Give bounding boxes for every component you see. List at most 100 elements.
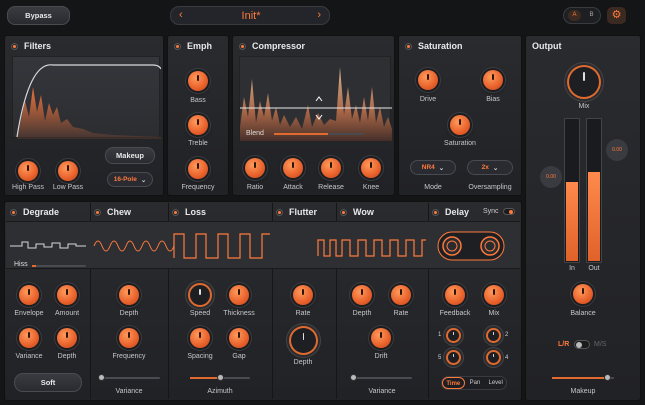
emph-panel: Emph Bass Treble Frequency	[167, 35, 229, 196]
hiss-slider[interactable]	[32, 265, 86, 267]
tab-pan[interactable]: Pan	[465, 377, 486, 389]
envelope-knob[interactable]	[19, 285, 39, 305]
mode-label: Mode	[424, 184, 442, 191]
out-label: Out	[588, 265, 600, 272]
settings-gear-icon[interactable]: ⚙	[607, 7, 626, 24]
flutter-rate-knob[interactable]	[293, 285, 313, 305]
attack-knob[interactable]	[283, 158, 303, 178]
wow-variance-label: Variance	[368, 388, 396, 395]
wow-rate-knob[interactable]	[391, 285, 411, 305]
ms-label[interactable]: M/S	[594, 341, 606, 348]
in-readout[interactable]: 0.00	[540, 166, 562, 188]
high-pass-knob[interactable]	[18, 161, 38, 181]
compressor-power-led[interactable]	[239, 42, 246, 50]
out-meter	[586, 118, 602, 263]
in-label: In	[569, 265, 575, 272]
feedback-label: Feedback	[439, 310, 471, 317]
bias-knob[interactable]	[483, 70, 503, 90]
bass-knob[interactable]	[188, 71, 208, 91]
bypass-button[interactable]: Bypass	[7, 6, 70, 25]
tab-time[interactable]: Time	[442, 377, 465, 389]
in-meter	[564, 118, 580, 263]
emph-power-led[interactable]	[174, 42, 181, 50]
preset-next-icon[interactable]: ›	[317, 9, 321, 21]
azimuth-slider[interactable]	[190, 374, 250, 381]
saturation-knob[interactable]	[450, 115, 470, 135]
tap-1-knob[interactable]	[448, 330, 459, 341]
tap-2-knob[interactable]	[488, 330, 499, 341]
filters-power-led[interactable]	[11, 42, 18, 50]
degrade-variance-knob[interactable]	[19, 328, 39, 348]
chew-variance-slider[interactable]	[98, 374, 160, 381]
mix-label: Mix	[578, 103, 590, 110]
release-knob[interactable]	[321, 158, 341, 178]
soft-button[interactable]: Soft	[14, 373, 82, 392]
wow-depth-knob[interactable]	[352, 285, 372, 305]
makeup-button[interactable]: Makeup	[105, 147, 155, 164]
preset-selector[interactable]: ‹ Init* ›	[170, 6, 330, 25]
flutter-depth-knob[interactable]	[291, 328, 316, 353]
tap-2-label: 2	[505, 332, 509, 338]
wow-title: Wow	[353, 207, 374, 217]
out-readout[interactable]: 0.00	[606, 139, 628, 161]
knee-knob[interactable]	[361, 158, 381, 178]
filter-response-display[interactable]	[12, 56, 161, 139]
chew-depth-knob[interactable]	[119, 285, 139, 305]
loss-power-led[interactable]	[172, 208, 179, 216]
emph-frequency-knob[interactable]	[188, 159, 208, 179]
chew-power-led[interactable]	[94, 208, 101, 216]
tap-4-label: 4	[505, 355, 509, 361]
degrade-depth-knob[interactable]	[57, 328, 77, 348]
spacing-knob[interactable]	[190, 328, 210, 348]
delay-mix-knob[interactable]	[484, 285, 504, 305]
tap-5-knob[interactable]	[448, 352, 459, 363]
low-pass-knob[interactable]	[58, 161, 78, 181]
amount-label: Amount	[54, 310, 80, 317]
saturation-power-led[interactable]	[405, 42, 412, 50]
oversampling-select[interactable]: 2x ⌄	[467, 160, 513, 175]
output-title: Output	[532, 41, 562, 51]
makeup-slider[interactable]	[552, 374, 614, 381]
modulation-display[interactable]: Hiss	[6, 221, 520, 269]
ratio-knob[interactable]	[245, 158, 265, 178]
wow-variance-slider[interactable]	[350, 374, 412, 381]
delay-mode-tabs: Time Pan Level	[441, 376, 507, 390]
drive-knob[interactable]	[418, 70, 438, 90]
flutter-title: Flutter	[289, 207, 317, 217]
lr-ms-toggle[interactable]	[574, 340, 590, 349]
degrade-power-led[interactable]	[10, 208, 17, 216]
blend-slider[interactable]	[274, 133, 364, 135]
compressor-display[interactable]: Blend	[239, 56, 392, 141]
b-button[interactable]: B	[585, 10, 598, 21]
balance-knob[interactable]	[573, 284, 593, 304]
wow-power-led[interactable]	[340, 208, 347, 216]
bass-label: Bass	[190, 97, 206, 104]
mix-knob[interactable]	[569, 67, 599, 97]
knee-label: Knee	[362, 184, 380, 191]
mode-select[interactable]: NR4 ⌄	[410, 160, 456, 175]
emph-frequency-label: Frequency	[181, 184, 215, 191]
a-button[interactable]: A	[568, 10, 581, 21]
chevron-down-icon: ⌄	[438, 164, 445, 172]
thickness-knob[interactable]	[229, 285, 249, 305]
speed-knob[interactable]	[190, 285, 210, 305]
pole-select[interactable]: 16-Pole ⌄	[107, 172, 153, 187]
compressor-panel: Compressor Blend Ratio Attack Release Kn…	[232, 35, 395, 196]
sync-toggle[interactable]	[503, 208, 515, 215]
treble-knob[interactable]	[188, 115, 208, 135]
bias-label: Bias	[486, 96, 500, 103]
feedback-knob[interactable]	[445, 285, 465, 305]
ab-toggle[interactable]: A B	[563, 7, 601, 24]
chew-frequency-knob[interactable]	[119, 328, 139, 348]
gap-knob[interactable]	[229, 328, 249, 348]
flutter-rate-label: Rate	[295, 310, 311, 317]
tap-4-knob[interactable]	[488, 352, 499, 363]
low-pass-label: Low Pass	[52, 184, 84, 191]
lr-label[interactable]: L/R	[558, 341, 569, 348]
delay-power-led[interactable]	[432, 208, 439, 216]
chew-depth-label: Depth	[119, 310, 139, 317]
tab-level[interactable]: Level	[485, 377, 506, 389]
flutter-power-led[interactable]	[276, 208, 283, 216]
amount-knob[interactable]	[57, 285, 77, 305]
drift-knob[interactable]	[371, 328, 391, 348]
